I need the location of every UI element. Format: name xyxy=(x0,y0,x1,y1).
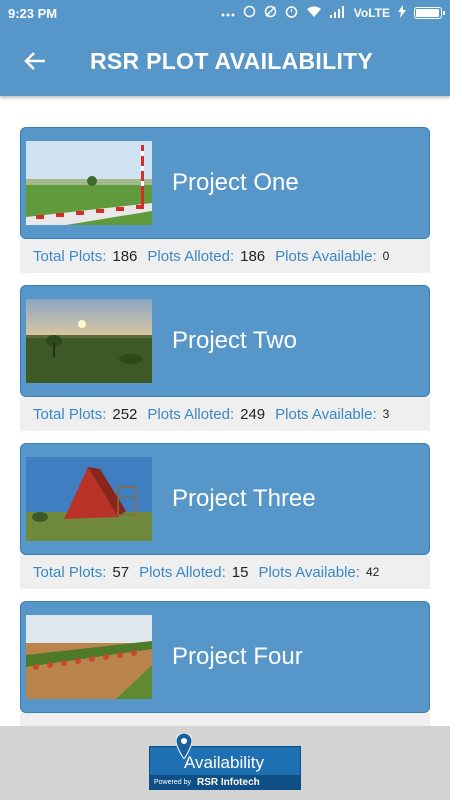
footer-banner: Availability Powered by RSR Infotech xyxy=(0,726,450,800)
project-stats-four xyxy=(20,713,430,726)
project-one-image xyxy=(26,141,152,225)
logo-subbar: Powered by RSR Infotech xyxy=(150,775,300,789)
project-card-four[interactable]: Project Four xyxy=(20,601,430,713)
plots-available-label: Plots Available: xyxy=(275,405,377,423)
project-name: Project Three xyxy=(172,485,316,512)
total-plots-label: Total Plots: xyxy=(33,247,107,265)
battery-icon xyxy=(414,7,445,19)
data-saver-icon xyxy=(264,5,277,21)
carrier-label: VoLTE xyxy=(353,6,390,20)
total-plots-value: 57 xyxy=(112,563,130,581)
project-four-image xyxy=(26,615,152,699)
project-three-image xyxy=(26,457,152,541)
powered-by-label: Powered by xyxy=(154,778,191,786)
project-name: Project One xyxy=(172,169,299,196)
plots-available-label: Plots Available: xyxy=(258,563,360,581)
total-plots-label: Total Plots: xyxy=(33,405,107,423)
sync-icon xyxy=(243,5,256,21)
total-plots-value: 186 xyxy=(112,247,138,265)
charging-icon xyxy=(398,5,406,21)
plots-alloted-label: Plots Alloted: xyxy=(139,563,226,581)
project-card-one[interactable]: Project One xyxy=(20,127,430,239)
plots-alloted-label: Plots Alloted: xyxy=(147,247,235,265)
alarm-icon xyxy=(285,5,298,21)
plots-alloted-value: 15 xyxy=(231,563,249,581)
plots-alloted-value: 186 xyxy=(240,247,266,265)
logo-title: Availability xyxy=(184,753,265,772)
status-time: 9:23 PM xyxy=(8,5,58,21)
status-bar: 9:23 PM VoLTE xyxy=(0,0,450,26)
project-two-image xyxy=(26,299,152,383)
total-plots-value: 252 xyxy=(112,405,138,423)
project-name: Project Two xyxy=(172,327,297,354)
plots-available-value: 0 xyxy=(382,249,390,263)
plots-available-value: 42 xyxy=(365,565,380,579)
status-icons: VoLTE xyxy=(221,5,445,21)
back-button[interactable] xyxy=(0,26,70,96)
page-title: RSR PLOT AVAILABILITY xyxy=(90,47,374,74)
project-list[interactable]: Project One Total Plots: 186 Plots Allot… xyxy=(0,96,450,726)
plots-alloted-label: Plots Alloted: xyxy=(147,405,235,423)
more-dots-icon xyxy=(221,6,235,21)
signal-icon xyxy=(329,5,346,21)
project-card-two[interactable]: Project Two xyxy=(20,285,430,397)
brand-name: RSR Infotech xyxy=(196,776,260,788)
app-bar: RSR PLOT AVAILABILITY xyxy=(0,26,450,96)
arrow-left-icon xyxy=(24,52,45,70)
plots-available-value: 3 xyxy=(382,407,390,421)
app-logo: Availability Powered by RSR Infotech xyxy=(149,732,301,790)
project-stats-one: Total Plots: 186 Plots Alloted: 186 Plot… xyxy=(20,239,430,273)
plots-available-label: Plots Available: xyxy=(275,247,377,265)
total-plots-label: Total Plots: xyxy=(33,563,107,581)
project-name: Project Four xyxy=(172,643,303,670)
project-card-three[interactable]: Project Three xyxy=(20,443,430,555)
project-stats-three: Total Plots: 57 Plots Alloted: 15 Plots … xyxy=(20,555,430,589)
wifi-icon xyxy=(306,6,322,21)
project-stats-two: Total Plots: 252 Plots Alloted: 249 Plot… xyxy=(20,397,430,431)
plots-alloted-value: 249 xyxy=(240,405,266,423)
